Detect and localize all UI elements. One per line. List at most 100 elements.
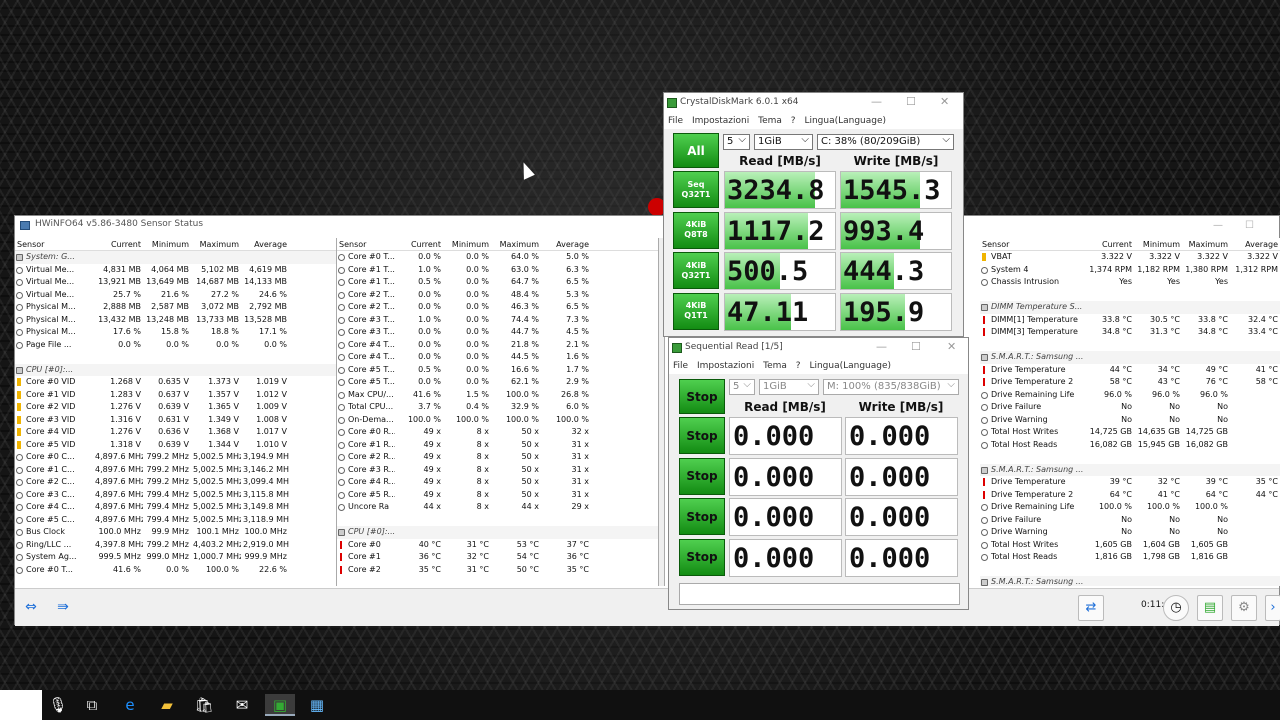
- menu-theme[interactable]: Tema: [758, 116, 782, 126]
- sensor-row[interactable]: Core #2 T... 0.0 % 0.0 % 48.4 % 5.3 %: [337, 289, 658, 302]
- sensor-row[interactable]: Uncore Ra 44 x 8 x 44 x 29 x: [337, 501, 658, 514]
- sensor-row[interactable]: Bus Clock 100.0 MHz 99.9 MHz 100.1 MHz 100.0…: [15, 526, 336, 539]
- sensor-pane-1[interactable]: Sensor Current Minimum Maximum Average System…: [15, 238, 337, 586]
- sensor-group-header[interactable]: System: G...: [15, 251, 336, 264]
- network-icon[interactable]: ⇄: [1078, 595, 1104, 621]
- next-arrow-icon[interactable]: ›: [1265, 595, 1280, 621]
- sensor-row[interactable]: Core #3 VID 1.316 V 0.631 V 1.349 V 1.008 V: [15, 414, 336, 427]
- task-view-icon[interactable]: ⧉: [80, 694, 104, 716]
- column-header-current[interactable]: Current: [1086, 238, 1134, 250]
- minimize-icon[interactable]: —: [1213, 220, 1223, 231]
- sensor-group-header[interactable]: CPU [#0]:...: [337, 526, 658, 539]
- sensor-row[interactable]: Core #1 T... 1.0 % 0.0 % 63.0 % 6.3 %: [337, 264, 658, 277]
- sensor-group-header[interactable]: CPU [#0]:...: [15, 363, 336, 376]
- edge-browser-icon[interactable]: e: [118, 694, 142, 716]
- menu-help[interactable]: ?: [791, 116, 796, 126]
- sensor-row[interactable]: Total Host Writes 1,605 GB 1,604 GB 1,605 G…: [980, 539, 1280, 552]
- stop-button-1[interactable]: Stop: [679, 417, 725, 454]
- sensor-row[interactable]: Drive Warning No No No: [980, 526, 1280, 539]
- column-header-average[interactable]: Average: [1230, 238, 1280, 250]
- sensor-row[interactable]: Core #0 40 °C 31 °C 53 °C 37 °C: [337, 539, 658, 552]
- count-select[interactable]: 5: [723, 134, 750, 150]
- sensor-row[interactable]: Core #2 VID 1.276 V 0.639 V 1.365 V 1.009 V: [15, 401, 336, 414]
- column-header-sensor[interactable]: Sensor: [980, 238, 1086, 250]
- column-header-maximum[interactable]: Maximum: [491, 238, 541, 250]
- sensor-row[interactable]: Core #1 T... 0.5 % 0.0 % 64.7 % 6.5 %: [337, 276, 658, 289]
- sensor-row[interactable]: Core #0 C... 4,897.6 MHz 799.2 MHz 5,002.5 …: [15, 451, 336, 464]
- sensor-row[interactable]: Total Host Reads 16,082 GB 15,945 GB 16,082…: [980, 439, 1280, 452]
- sensor-row[interactable]: Drive Failure No No No: [980, 401, 1280, 414]
- menu-help[interactable]: ?: [796, 361, 801, 371]
- sensor-row[interactable]: Physical M... 17.6 % 15.8 % 18.8 % 17.1 %: [15, 326, 336, 339]
- sensor-row[interactable]: Core #2 R... 49 x 8 x 50 x 31 x: [337, 451, 658, 464]
- sensor-row[interactable]: Core #4 VID 1.276 V 0.636 V 1.368 V 1.017 V: [15, 426, 336, 439]
- column-header-minimum[interactable]: Minimum: [1134, 238, 1182, 250]
- hwinfo-taskbar-icon[interactable]: ▣: [265, 694, 295, 716]
- mail-icon[interactable]: ✉: [230, 694, 254, 716]
- sensor-pane-2[interactable]: Sensor Current Minimum Maximum Average Core #…: [337, 238, 659, 586]
- all-button[interactable]: All: [673, 133, 719, 168]
- store-icon[interactable]: 🛍: [192, 694, 216, 716]
- column-header-sensor[interactable]: Sensor: [15, 238, 93, 250]
- sensor-row[interactable]: Core #5 T... 0.0 % 0.0 % 62.1 % 2.9 %: [337, 376, 658, 389]
- sensor-group-header[interactable]: S.M.A.R.T.: Samsung ...: [980, 576, 1280, 586]
- settings-gear-icon[interactable]: ⚙: [1231, 595, 1257, 621]
- sensor-row[interactable]: Core #4 R... 49 x 8 x 50 x 31 x: [337, 476, 658, 489]
- sensor-row[interactable]: Core #5 R... 49 x 8 x 50 x 31 x: [337, 489, 658, 502]
- menu-language[interactable]: Lingua(Language): [804, 116, 886, 126]
- sensor-row[interactable]: Core #1 R... 49 x 8 x 50 x 31 x: [337, 439, 658, 452]
- expand-arrows-icon[interactable]: ⇔: [18, 599, 44, 615]
- sensor-group-header[interactable]: S.M.A.R.T.: Samsung ...: [980, 463, 1280, 476]
- sensor-row[interactable]: Drive Warning No No No: [980, 414, 1280, 427]
- sensor-row[interactable]: Total Host Writes 14,725 GB 14,635 GB 14,72…: [980, 426, 1280, 439]
- sensor-row[interactable]: Core #4 T... 0.0 % 0.0 % 44.5 % 1.6 %: [337, 351, 658, 364]
- sensor-row[interactable]: Core #1 C... 4,897.6 MHz 799.2 MHz 5,002.5 …: [15, 464, 336, 477]
- test-button-4[interactable]: 4KiB Q1T1: [673, 292, 719, 330]
- sensor-row[interactable]: Drive Failure No No No: [980, 514, 1280, 527]
- cdm-titlebar[interactable]: CrystalDiskMark 6.0.1 x64 — ☐ ✕: [664, 93, 963, 113]
- minimize-icon[interactable]: —: [876, 340, 887, 353]
- sensor-row[interactable]: Total Host Reads 1,816 GB 1,798 GB 1,816 GB: [980, 551, 1280, 564]
- menu-settings[interactable]: Impostazioni: [697, 361, 754, 371]
- sensor-row[interactable]: Core #1 36 °C 32 °C 54 °C 36 °C: [337, 551, 658, 564]
- sensor-row[interactable]: Chassis Intrusion Yes Yes Yes: [980, 276, 1280, 289]
- sensor-row[interactable]: Core #2 C... 4,897.6 MHz 799.2 MHz 5,002.5 …: [15, 476, 336, 489]
- sensor-group-header[interactable]: S.M.A.R.T.: Samsung ...: [980, 351, 1280, 364]
- menu-settings[interactable]: Impostazioni: [692, 116, 749, 126]
- sensor-row[interactable]: Core #3 T... 1.0 % 0.0 % 74.4 % 7.3 %: [337, 314, 658, 327]
- sensor-row[interactable]: Drive Remaining Life 96.0 % 96.0 % 96.0 %: [980, 389, 1280, 402]
- close-icon[interactable]: ✕: [940, 95, 949, 108]
- test-button-3[interactable]: 4KiB Q32T1: [673, 252, 719, 289]
- close-icon[interactable]: ✕: [947, 340, 956, 353]
- log-icon[interactable]: ▤: [1197, 595, 1223, 621]
- test-button-1[interactable]: Seq Q32T1: [673, 171, 719, 208]
- sensor-row[interactable]: Core #3 C... 4,897.6 MHz 799.4 MHz 5,002.5 …: [15, 489, 336, 502]
- crystaldiskmark-taskbar-icon[interactable]: ▦: [305, 694, 329, 716]
- menu-theme[interactable]: Tema: [763, 361, 787, 371]
- sensor-row[interactable]: Core #4 T... 0.0 % 0.0 % 21.8 % 2.1 %: [337, 339, 658, 352]
- sensor-row[interactable]: Core #0 VID 1.268 V 0.635 V 1.373 V 1.019 V: [15, 376, 336, 389]
- minimize-icon[interactable]: —: [871, 95, 882, 108]
- sensor-row[interactable]: Core #5 VID 1.318 V 0.639 V 1.344 V 1.010 V: [15, 439, 336, 452]
- microphone-icon[interactable]: 🎙: [46, 694, 70, 716]
- sensor-row[interactable]: VBAT 3.322 V 3.322 V 3.322 V 3.322 V: [980, 251, 1280, 264]
- sensor-row[interactable]: Physical M... 13,432 MB 13,248 MB 13,733 MB…: [15, 314, 336, 327]
- sensor-row[interactable]: On-Dema... 100.0 % 100.0 % 100.0 % 100.0 %: [337, 414, 658, 427]
- column-header-maximum[interactable]: Maximum: [191, 238, 241, 250]
- sensor-row[interactable]: Core #4 C... 4,897.6 MHz 799.4 MHz 5,002.5 …: [15, 501, 336, 514]
- menu-file[interactable]: File: [673, 361, 688, 371]
- sensor-row[interactable]: Max CPU/... 41.6 % 1.5 % 100.0 % 26.8 %: [337, 389, 658, 402]
- search-box[interactable]: [0, 690, 42, 720]
- sensor-row[interactable]: Drive Temperature 2 64 °C 41 °C 64 °C 44 °C: [980, 489, 1280, 502]
- sensor-row[interactable]: Core #5 C... 4,897.6 MHz 799.4 MHz 5,002.5 …: [15, 514, 336, 527]
- sensor-row[interactable]: Core #3 T... 0.0 % 0.0 % 44.7 % 4.5 %: [337, 326, 658, 339]
- sensor-row[interactable]: Core #0 R... 49 x 8 x 50 x 32 x: [337, 426, 658, 439]
- hwinfo-titlebar[interactable]: HWiNFO64 v5.86-3480 Sensor Status — ☐: [15, 216, 1279, 236]
- sensor-row[interactable]: Core #3 R... 49 x 8 x 50 x 31 x: [337, 464, 658, 477]
- sensor-row[interactable]: DIMM[1] Temperature 33.8 °C 30.5 °C 33.8 °C…: [980, 314, 1280, 327]
- sensor-row[interactable]: System Ag... 999.5 MHz 999.0 MHz 1,000.7 MH…: [15, 551, 336, 564]
- size-select[interactable]: 1GiB: [754, 134, 813, 150]
- stop-all-button[interactable]: Stop: [679, 379, 725, 414]
- sensor-row[interactable]: Virtual Me... 13,921 MB 13,649 MB 14,687 MB…: [15, 276, 336, 289]
- sensor-row[interactable]: Core #1 VID 1.283 V 0.637 V 1.357 V 1.012 V: [15, 389, 336, 402]
